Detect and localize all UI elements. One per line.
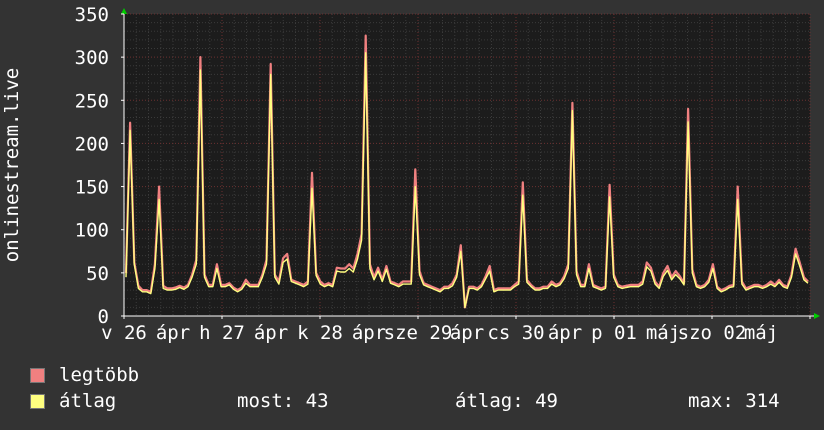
stat-average: átlag: 49 <box>455 390 558 412</box>
legend-swatch-average <box>30 393 45 409</box>
legend-swatch-max <box>30 367 45 383</box>
x-tick-label: h 27 <box>199 322 245 344</box>
legend-label-average: átlag <box>59 390 117 412</box>
y-tick-label: 250 <box>75 90 109 112</box>
y-tick-label: 50 <box>86 263 109 285</box>
x-tick-label: v 26 <box>101 322 147 344</box>
x-tick-label: ápr <box>548 322 582 344</box>
y-tick-label: 200 <box>75 133 109 155</box>
stat-max: max: 314 <box>688 390 780 412</box>
x-tick-label: ápr <box>254 322 288 344</box>
legend-label-max: legtöbb <box>59 364 140 386</box>
legend-item-max: legtöbb <box>30 362 139 388</box>
chart: 050100150200250300350 v 26 ápr h 27 ápr k 28… <box>1 4 820 344</box>
y-tick-label: 300 <box>75 47 109 69</box>
x-tick-label: k 28 <box>297 322 343 344</box>
x-tick-label: cs 30 <box>487 322 544 344</box>
y-ticks: 050100150200250300350 <box>75 4 124 328</box>
x-tick-label: szo 02 <box>678 322 747 344</box>
x-tick-label: ápr <box>156 322 190 344</box>
y-axis-arrow <box>121 8 127 14</box>
y-axis-label: onlinestream.live <box>1 68 23 262</box>
legend: legtöbb átlag <box>30 362 139 414</box>
x-tick-label: ápr <box>450 322 484 344</box>
x-tick-label: sze 29 <box>384 322 453 344</box>
x-tick-label: ápr <box>352 322 386 344</box>
legend-item-average: átlag <box>30 388 139 414</box>
stat-current: most: 43 <box>237 390 329 412</box>
x-tick-label: máj <box>646 322 680 344</box>
x-ticks: v 26 ápr h 27 ápr k 28 áprsze 29ápr cs 30 ápr p … <box>101 316 811 344</box>
x-tick-label: máj <box>744 322 778 344</box>
x-tick-label: p 01 <box>591 322 637 344</box>
y-tick-label: 150 <box>75 177 109 199</box>
x-axis-arrow <box>814 313 820 319</box>
y-tick-label: 350 <box>75 4 109 26</box>
y-tick-label: 100 <box>75 220 109 242</box>
